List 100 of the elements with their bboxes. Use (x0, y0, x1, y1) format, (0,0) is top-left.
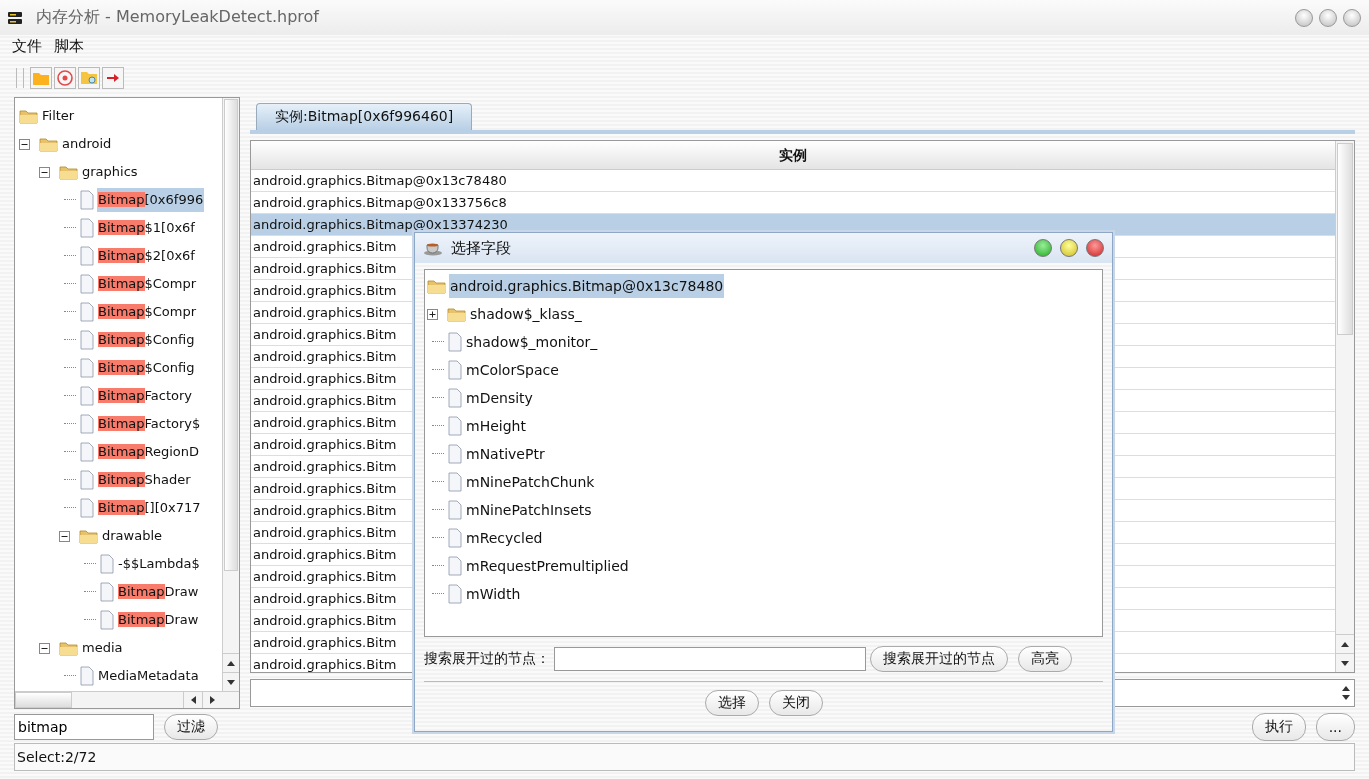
tree-item[interactable]: mColorSpace (465, 358, 560, 382)
tree-line (64, 283, 76, 285)
scroll-left-icon[interactable] (190, 696, 196, 704)
file-icon (447, 500, 463, 520)
scroll-down-icon[interactable] (227, 679, 235, 685)
tree-item[interactable]: shadow$_monitor_ (465, 330, 599, 354)
file-icon (447, 556, 463, 576)
tree-item[interactable]: mNinePatchInsets (465, 498, 593, 522)
tree-item[interactable]: android.graphics.Bitmap@0x13c78480 (449, 274, 725, 298)
tree-item[interactable]: mRecycled (465, 526, 544, 550)
tree-line (64, 339, 76, 341)
window-title: 内存分析 - MemoryLeakDetect.hprof (36, 7, 319, 28)
scroll-up-icon[interactable] (1341, 641, 1349, 647)
tree-item[interactable]: Bitmap$2[0x6f (97, 244, 196, 268)
vertical-scrollbar[interactable] (222, 98, 239, 691)
file-icon (99, 582, 115, 602)
dialog-button[interactable]: 选择 (704, 690, 759, 716)
close-button[interactable] (1086, 239, 1104, 257)
tree-line (432, 537, 444, 539)
tree-item[interactable]: shadow$_klass_ (469, 302, 583, 326)
tree-item[interactable]: drawable (101, 524, 164, 548)
tree-item[interactable]: android (61, 132, 113, 156)
tree-item[interactable]: media (81, 636, 124, 660)
tree-line (432, 341, 444, 343)
expand-toggle-icon[interactable] (427, 308, 438, 320)
tree-item[interactable]: Bitmap$Compr (97, 300, 198, 324)
arrow-right-icon[interactable] (102, 67, 124, 89)
tree-item[interactable]: BitmapDraw (117, 580, 200, 604)
tree-item[interactable]: Bitmap[0x6f996 (97, 188, 205, 212)
tree-item[interactable]: BitmapDraw (117, 608, 200, 632)
tree-item[interactable]: mDensity (465, 386, 534, 410)
search-label: 搜索展开过的节点： (424, 650, 550, 668)
file-icon (79, 386, 95, 406)
tree-item[interactable]: BitmapShader (97, 468, 192, 492)
target-icon[interactable] (54, 67, 76, 89)
scroll-down-icon[interactable] (1341, 660, 1349, 666)
file-icon (79, 442, 95, 462)
maximize-button[interactable] (1319, 8, 1337, 27)
file-icon (447, 360, 463, 380)
minimize-button[interactable] (1295, 8, 1313, 27)
tree-line (64, 227, 76, 229)
scroll-right-icon[interactable] (209, 696, 215, 704)
tree-item[interactable]: Bitmap[][0x717 (97, 496, 202, 520)
tree-item[interactable]: mWidth (465, 582, 522, 606)
scroll-up-icon[interactable] (227, 660, 235, 666)
collapse-toggle-icon[interactable] (59, 530, 70, 542)
close-button[interactable] (1343, 8, 1361, 27)
search-button[interactable]: 搜索展开过的节点 (870, 646, 1008, 672)
folder-search-icon[interactable] (78, 67, 100, 89)
command-button[interactable]: ... (1315, 713, 1355, 741)
dialog-button[interactable]: 关闭 (768, 690, 823, 716)
tree-line (64, 255, 76, 257)
tree-item[interactable]: Filter (41, 104, 76, 128)
file-icon (447, 584, 463, 604)
tree-item[interactable]: MediaMetadata (97, 664, 200, 688)
menu-item[interactable]: 文件 (12, 36, 42, 56)
table-row[interactable]: android.graphics.Bitmap@0x13c78480 (251, 170, 1335, 192)
minimize-button[interactable] (1060, 239, 1078, 257)
filter-field[interactable]: bitmap (14, 714, 154, 740)
search-field[interactable] (554, 647, 866, 671)
column-header[interactable]: 实例 (251, 141, 1335, 169)
collapse-toggle-icon[interactable] (19, 138, 30, 150)
command-button[interactable]: 执行 (1251, 713, 1306, 741)
tab[interactable]: 实例:Bitmap[0x6f996460] (256, 103, 473, 130)
spin-up-icon[interactable] (1342, 686, 1350, 691)
maximize-button[interactable] (1034, 239, 1052, 257)
collapse-toggle-icon[interactable] (39, 642, 50, 654)
horizontal-scrollbar[interactable] (15, 691, 239, 708)
tree-line (432, 453, 444, 455)
tree-item[interactable]: BitmapFactory$ (97, 412, 202, 436)
vertical-scrollbar[interactable] (1335, 141, 1354, 672)
file-icon (99, 610, 115, 630)
app-icon (8, 11, 22, 24)
folder-icon (59, 164, 79, 180)
tree-item[interactable]: Bitmap$Config (97, 328, 196, 352)
tree-line (64, 199, 76, 201)
file-icon (447, 416, 463, 436)
file-icon (79, 190, 95, 210)
filter-button[interactable]: 过滤 (164, 714, 218, 740)
folder-icon (19, 108, 39, 124)
tree-item[interactable]: mNativePtr (465, 442, 546, 466)
menu-item[interactable]: 脚本 (54, 36, 84, 56)
folder-icon (59, 640, 79, 656)
tree-item[interactable]: -$$Lambda$ (117, 552, 201, 576)
tree-line (432, 425, 444, 427)
tree-item[interactable]: mRequestPremultiplied (465, 554, 630, 578)
tree-item[interactable]: Bitmap$Config (97, 356, 196, 380)
spin-down-icon[interactable] (1342, 695, 1350, 700)
tree-item[interactable]: BitmapFactory (97, 384, 193, 408)
tree-item[interactable]: Bitmap$Compr (97, 272, 198, 296)
highlight-button[interactable]: 高亮 (1018, 646, 1072, 672)
tree-item[interactable]: BitmapRegionD (97, 440, 201, 464)
file-icon (79, 498, 95, 518)
tree-item[interactable]: graphics (81, 160, 139, 184)
tree-item[interactable]: Bitmap$1[0x6f (97, 216, 196, 240)
tree-item[interactable]: mNinePatchChunk (465, 470, 596, 494)
file-icon (79, 666, 95, 686)
tree-item[interactable]: mHeight (465, 414, 527, 438)
tree-line (64, 479, 76, 481)
collapse-toggle-icon[interactable] (39, 166, 50, 178)
